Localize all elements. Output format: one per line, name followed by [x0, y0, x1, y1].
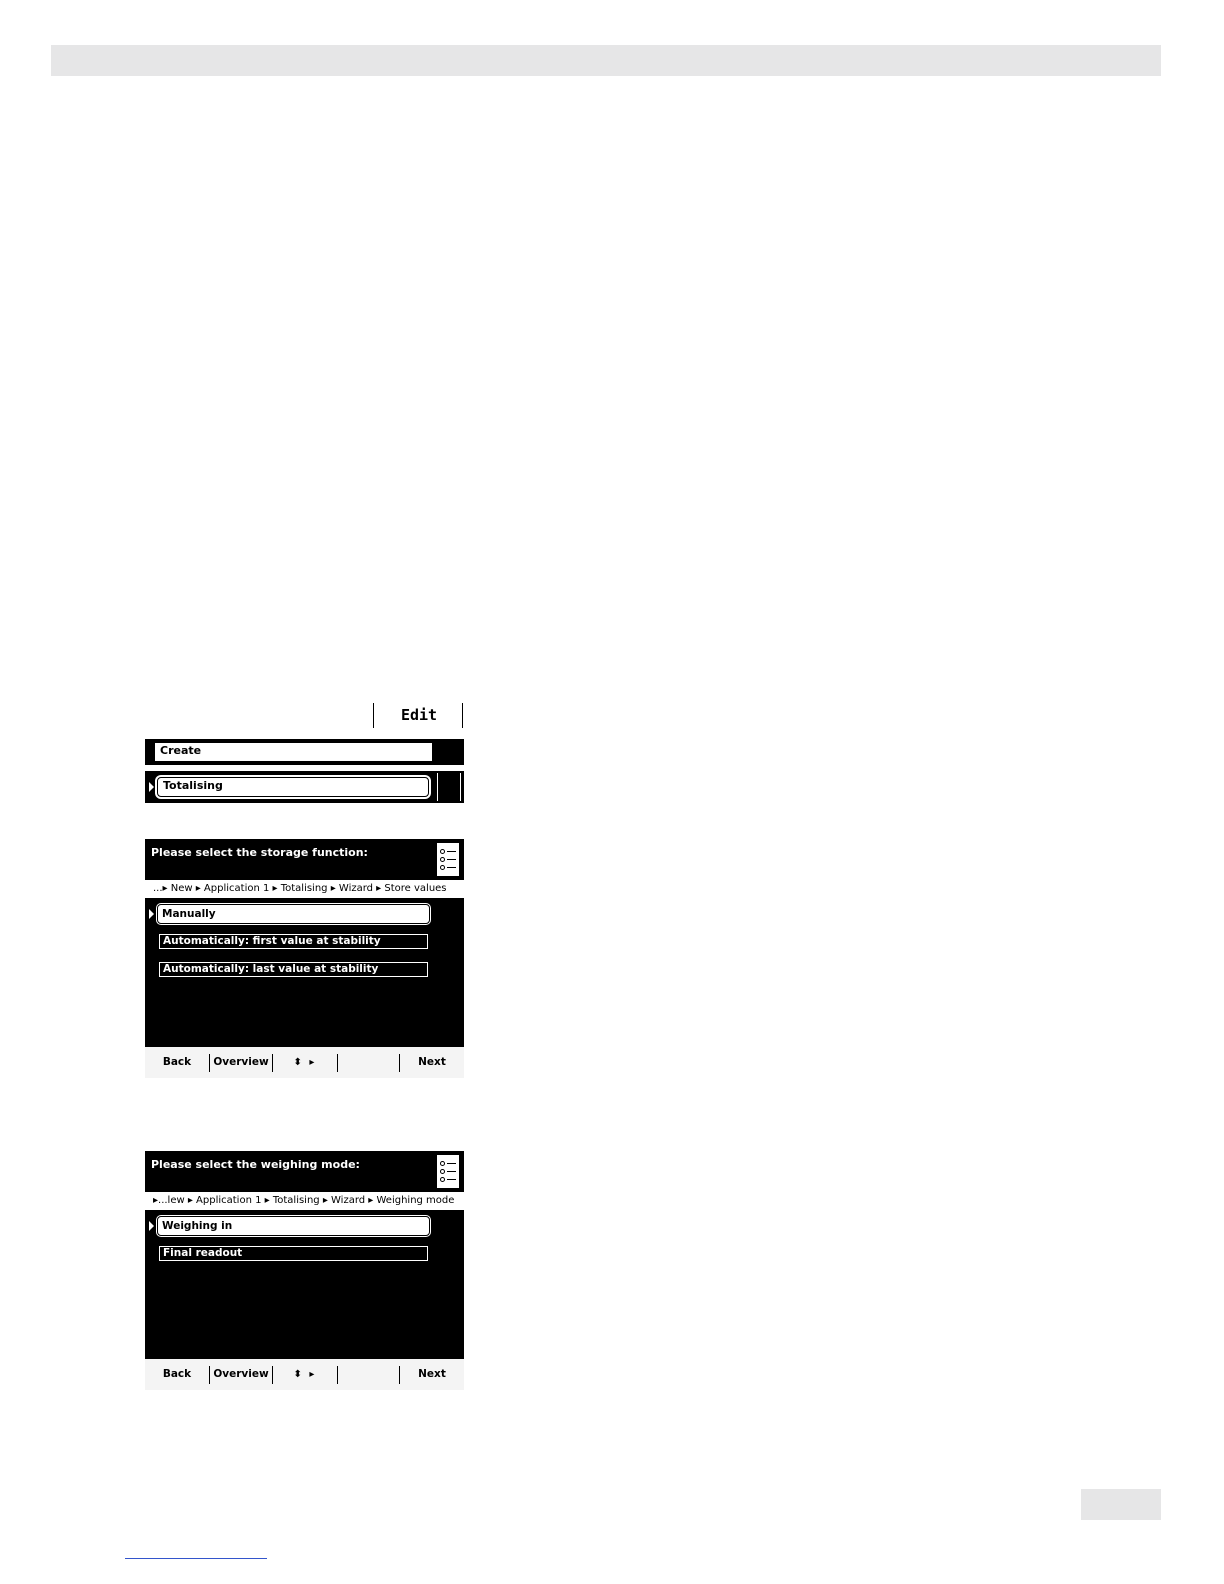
softkey-bar: Back Overview ⬍ ▸ Next: [145, 1359, 464, 1390]
totalising-band: Totalising: [145, 771, 464, 803]
overview-button[interactable]: Overview: [210, 1047, 272, 1078]
weighing-mode-screen: Please select the weighing mode: ▸...lew…: [145, 1151, 464, 1390]
softkey-bar: Back Overview ⬍ ▸ Next: [145, 1047, 464, 1078]
softkey-divider: [337, 1054, 338, 1072]
create-band: Create: [145, 739, 464, 765]
screen-title: Please select the storage function:: [151, 846, 368, 859]
topbar-divider: [462, 703, 463, 728]
navigate-arrows-icon[interactable]: ⬍ ▸: [273, 1047, 337, 1078]
next-button[interactable]: Next: [400, 1047, 464, 1078]
breadcrumb: ▸...lew ▸ Application 1 ▸ Totalising ▸ W…: [145, 1192, 464, 1210]
scroll-divider: [460, 773, 461, 801]
selection-marker-icon: [149, 782, 154, 792]
topbar-divider: [373, 703, 374, 728]
screen-title: Please select the weighing mode:: [151, 1158, 360, 1171]
menu-item-totalising[interactable]: Totalising: [157, 777, 429, 797]
header-band: [51, 45, 1161, 76]
option-final-readout[interactable]: Final readout: [159, 1246, 428, 1261]
option-auto-last-value[interactable]: Automatically: last value at stability: [159, 962, 428, 977]
page-number-tab: [1081, 1489, 1161, 1520]
edit-softkey[interactable]: Edit: [376, 700, 462, 730]
back-button[interactable]: Back: [145, 1047, 209, 1078]
option-auto-first-value[interactable]: Automatically: first value at stability: [159, 934, 428, 949]
back-button[interactable]: Back: [145, 1359, 209, 1390]
selection-marker-icon: [149, 1221, 154, 1231]
option-weighing-in[interactable]: Weighing in: [157, 1216, 430, 1236]
softkey-divider: [337, 1366, 338, 1384]
breadcrumb: ...▸ New ▸ Application 1 ▸ Totalising ▸ …: [145, 880, 464, 898]
navigate-arrows-icon[interactable]: ⬍ ▸: [273, 1359, 337, 1390]
list-icon[interactable]: [437, 1155, 459, 1188]
selection-marker-icon: [149, 909, 154, 919]
option-manually[interactable]: Manually: [157, 904, 430, 924]
next-button[interactable]: Next: [400, 1359, 464, 1390]
scroll-divider: [437, 773, 438, 801]
storage-function-screen: Please select the storage function: ...▸…: [145, 839, 464, 1078]
overview-button[interactable]: Overview: [210, 1359, 272, 1390]
footer-rule: [125, 1558, 267, 1559]
list-icon[interactable]: [437, 843, 459, 876]
menu-item-create[interactable]: Create: [154, 742, 433, 762]
